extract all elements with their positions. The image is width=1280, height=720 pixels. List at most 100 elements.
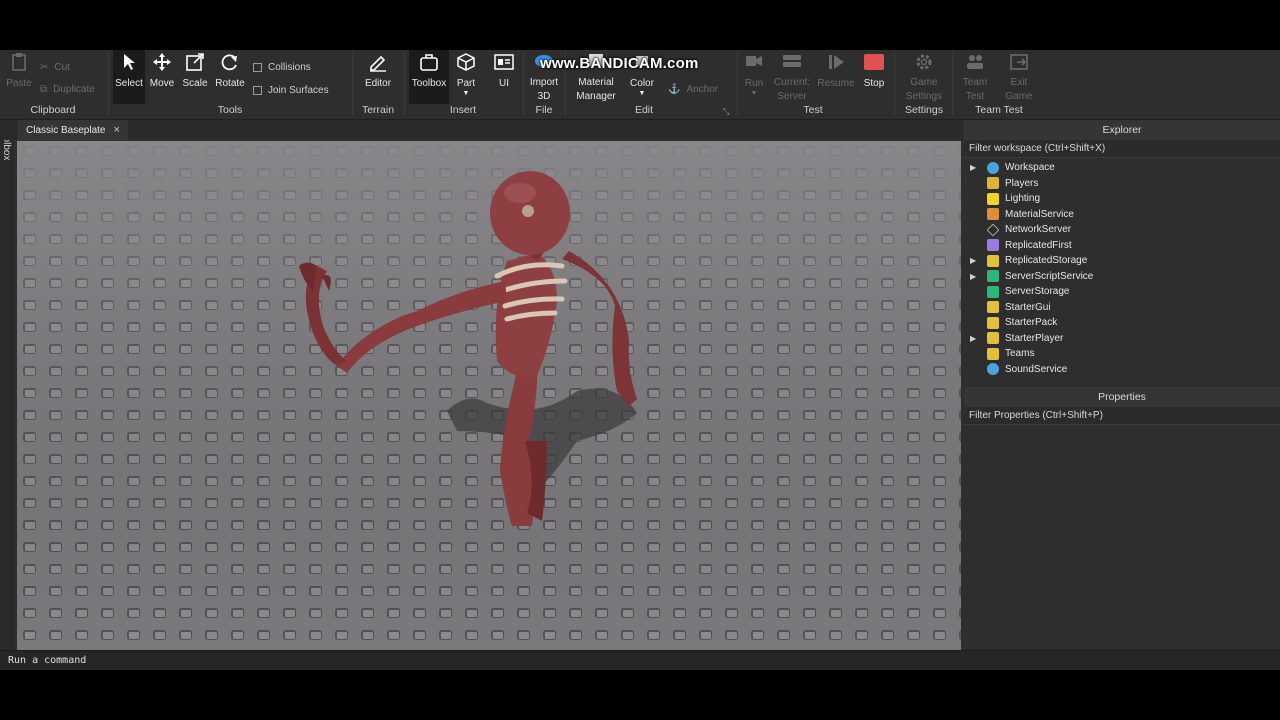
expand-arrow-icon[interactable]: ▶ <box>970 256 976 265</box>
terrain-group-label: Terrain <box>361 104 395 116</box>
scale-icon <box>183 50 207 74</box>
starter-player-icon <box>987 332 999 345</box>
anchor-label: Anchor <box>686 84 719 95</box>
rotate-label: Rotate <box>215 78 245 89</box>
cursor-icon <box>117 50 141 74</box>
explorer-item[interactable]: Teams <box>964 346 1280 362</box>
tools-group-label: Tools <box>217 104 243 116</box>
cut-label: Cut <box>54 62 70 73</box>
3d-viewport[interactable] <box>17 141 961 650</box>
starter-pack-icon <box>987 316 999 329</box>
duplicate-icon: ⧉ <box>40 84 48 95</box>
team-test-label: Team Test <box>962 77 988 102</box>
explorer-item-label: StarterPack <box>1005 317 1058 329</box>
properties-filter-input[interactable]: Filter Properties (Ctrl+Shift+P) <box>964 407 1280 425</box>
resume-button[interactable]: Resume <box>817 50 855 104</box>
paste-button[interactable]: Paste <box>4 50 34 104</box>
expand-corner-icon[interactable]: ⤡ <box>723 107 729 117</box>
move-label: Move <box>149 78 175 89</box>
settings-group-label: Settings <box>905 104 943 116</box>
resume-label: Resume <box>817 78 855 89</box>
material-service-icon <box>987 208 999 221</box>
explorer-item-label: Teams <box>1005 348 1035 360</box>
ui-label: UI <box>499 78 509 89</box>
toolbox-label: Toolbox <box>411 78 447 89</box>
server-storage-icon <box>987 285 999 298</box>
explorer-item-label: StarterGui <box>1005 301 1051 313</box>
cut-button[interactable]: ✂ Cut <box>40 62 70 73</box>
explorer-tree: ▶ Workspace Players Lighting MaterialService… <box>964 160 1280 377</box>
explorer-item[interactable]: MaterialService <box>964 207 1280 223</box>
properties-title: Properties <box>964 387 1280 407</box>
stop-button[interactable]: Stop <box>860 50 888 104</box>
current-server-label: Current: Server <box>773 77 811 102</box>
game-settings-button[interactable]: Game Settings <box>902 50 946 104</box>
select-tool-button[interactable]: Select <box>113 50 145 104</box>
explorer-item-label: ServerScriptService <box>1005 270 1094 282</box>
starter-gui-icon <box>987 301 999 314</box>
chevron-down-icon: ▼ <box>462 90 470 97</box>
duplicate-button[interactable]: ⧉ Duplicate <box>40 84 95 95</box>
explorer-item[interactable]: StarterGui <box>964 300 1280 316</box>
roblox-studio-window: Paste ✂ Cut ⧉ Duplicate Clipboard Select <box>0 50 1280 670</box>
terrain-editor-button[interactable]: Editor <box>360 50 396 104</box>
file-group-label: File <box>535 104 553 116</box>
expand-arrow-icon[interactable]: ▶ <box>970 334 976 343</box>
explorer-item[interactable]: ▶ StarterPlayer <box>964 331 1280 347</box>
toolbox-button[interactable]: Toolbox <box>409 50 449 104</box>
command-input-placeholder[interactable]: Run a command <box>8 655 86 666</box>
select-label: Select <box>115 78 143 89</box>
exit-game-icon <box>1007 50 1031 73</box>
team-test-button[interactable]: Team Test <box>958 50 992 104</box>
command-bar[interactable]: Run a command <box>0 650 1280 670</box>
explorer-item[interactable]: StarterPack <box>964 315 1280 331</box>
part-button[interactable]: Part ▼ <box>452 50 480 104</box>
current-server-button[interactable]: Current: Server <box>772 50 812 104</box>
exit-game-label: Exit Game <box>1005 77 1033 102</box>
close-icon[interactable]: × <box>113 124 119 136</box>
explorer-item-label: Players <box>1005 177 1039 189</box>
tab-classic-baseplate[interactable]: Classic Baseplate × <box>18 120 128 140</box>
ribbon-divider <box>952 52 953 116</box>
network-server-icon <box>986 223 1000 237</box>
team-test-group-label: Team Test <box>975 104 1023 116</box>
collisions-checkbox[interactable] <box>253 63 262 72</box>
anchor-button[interactable]: ⚓ Anchor <box>668 84 718 95</box>
players-icon <box>987 177 999 190</box>
scale-tool-button[interactable]: Scale <box>180 50 210 104</box>
terrain-editor-icon <box>366 50 390 74</box>
explorer-item[interactable]: Lighting <box>964 191 1280 207</box>
explorer-item-label: NetworkServer <box>1005 224 1072 236</box>
collisions-toggle[interactable]: Collisions <box>253 62 311 73</box>
ui-icon <box>492 50 516 74</box>
explorer-item[interactable]: NetworkServer <box>964 222 1280 238</box>
scale-label: Scale <box>182 78 208 89</box>
join-surfaces-checkbox[interactable] <box>253 86 262 95</box>
expand-arrow-icon[interactable]: ▶ <box>970 163 976 172</box>
explorer-item[interactable]: Players <box>964 176 1280 192</box>
explorer-item[interactable]: ▶ Workspace <box>964 160 1280 176</box>
move-tool-button[interactable]: Move <box>147 50 177 104</box>
sound-service-icon <box>987 363 999 376</box>
run-label: Run <box>744 78 764 89</box>
explorer-item[interactable]: ▶ ReplicatedStorage <box>964 253 1280 269</box>
explorer-item[interactable]: SoundService <box>964 362 1280 378</box>
exit-game-button[interactable]: Exit Game <box>1004 50 1034 104</box>
expand-arrow-icon[interactable]: ▶ <box>970 272 976 281</box>
explorer-item[interactable]: ServerStorage <box>964 284 1280 300</box>
explorer-item-label: StarterPlayer <box>1005 332 1064 344</box>
chevron-down-icon: ▼ <box>638 90 646 97</box>
client-server-icon <box>780 50 804 73</box>
server-script-service-icon <box>987 270 999 283</box>
ribbon-divider <box>894 52 895 116</box>
ui-button[interactable]: UI <box>490 50 518 104</box>
toolbox-side-tab[interactable]: Toolbox <box>0 120 14 650</box>
join-surfaces-toggle[interactable]: Join Surfaces <box>253 85 329 96</box>
collisions-label: Collisions <box>268 62 311 73</box>
explorer-item[interactable]: ▶ ServerScriptService <box>964 269 1280 285</box>
rotate-tool-button[interactable]: Rotate <box>213 50 247 104</box>
document-tab-bar: Classic Baseplate × <box>0 120 962 140</box>
explorer-item[interactable]: ReplicatedFirst <box>964 238 1280 254</box>
explorer-filter-input[interactable]: Filter workspace (Ctrl+Shift+X) <box>964 140 1280 158</box>
run-button[interactable]: Run ▼ <box>741 50 767 104</box>
